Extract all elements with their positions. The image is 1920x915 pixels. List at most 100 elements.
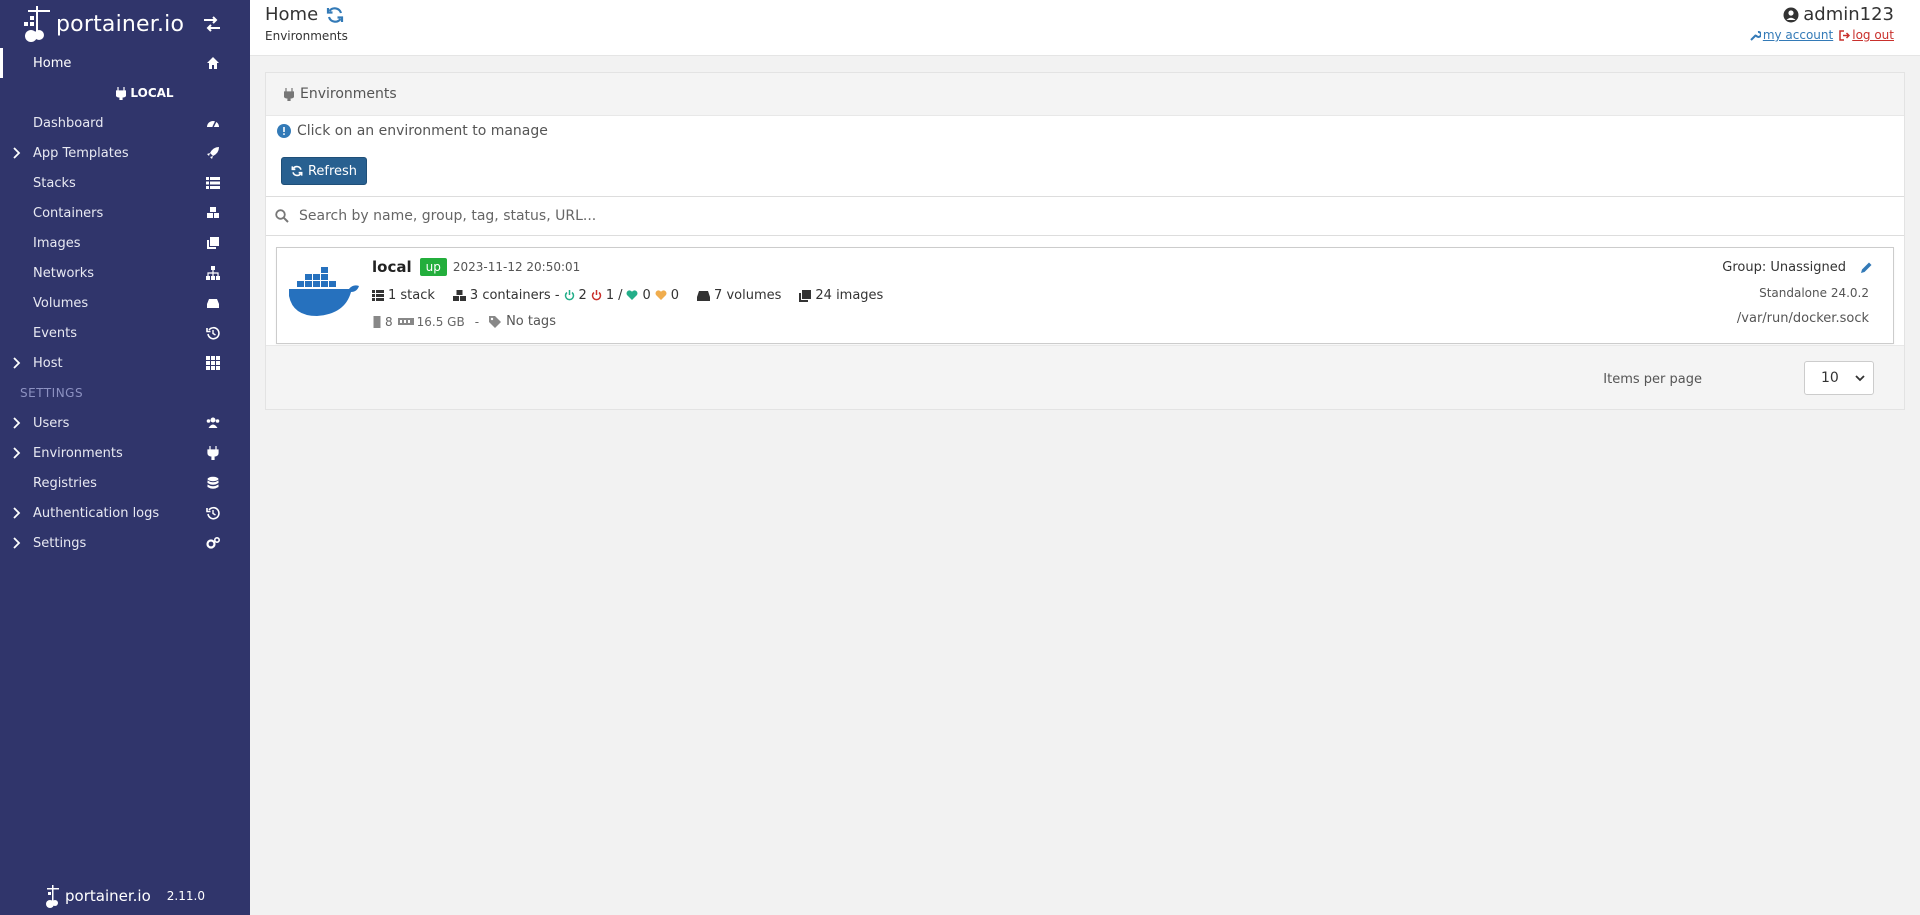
memory-size: 16.5 GB [416,314,465,329]
sidebar-item-environments[interactable]: Environments [0,438,250,468]
users-icon [206,417,220,428]
environment-stats: 1 stack 3 containers - 2 1 / 0 0 7 volum… [372,288,887,303]
sidebar-item-dashboard[interactable]: Dashboard [0,108,250,138]
plug-icon [207,446,219,460]
sign-out-icon [1839,29,1851,41]
hdd-icon [697,290,711,301]
sidebar-item-label: Host [33,355,63,371]
list-icon [372,290,384,301]
sidebar-item-label: Environments [33,445,123,461]
home-icon [207,57,219,69]
sidebar-item-label: Stacks [33,175,76,191]
environment-card-local[interactable]: local up 2023-11-12 20:50:01 1 stack 3 c… [276,247,1894,344]
plug-icon [116,86,127,100]
sidebar-item-networks[interactable]: Networks [0,258,250,288]
sidebar-item-label: Users [33,415,70,431]
sidebar-item-stacks[interactable]: Stacks [0,168,250,198]
volume-count-text: 7 volumes [714,288,782,303]
chevron-right-icon [13,147,21,159]
hdd-icon [207,299,219,308]
stats-separator: / [618,288,623,303]
sidebar-item-volumes[interactable]: Volumes [0,288,250,318]
sidebar-footer: portainer.io 2.11.0 [0,877,250,915]
sidebar-logo[interactable]: portainer.io [0,0,250,48]
sidebar-item-label: Events [33,325,78,341]
cubes-icon [452,290,466,301]
sidebar-item-events[interactable]: Events [0,318,250,348]
sidebar-item-containers[interactable]: Containers [0,198,250,228]
sidebar-item-label: Volumes [33,295,89,311]
pencil-icon[interactable] [1860,261,1873,274]
user-links: my account log out [1750,28,1894,42]
th-icon [206,356,220,370]
environment-url: /var/run/docker.sock [1736,311,1869,326]
sidebar-item-settings[interactable]: Settings [0,528,250,558]
log-out-label: log out [1852,28,1894,42]
sidebar-item-images[interactable]: Images [0,228,250,258]
history-icon [206,506,220,520]
image-count: 24 images [799,288,883,303]
breadcrumb: Environments [265,29,348,43]
my-account-link[interactable]: my account [1750,28,1833,42]
running-count-text: 2 [578,288,587,303]
cubes-icon [207,207,219,218]
memory-icon [397,317,414,325]
top-header: Home Environments admin123 my account lo… [250,0,1920,56]
history-icon [206,326,220,340]
page-title: Home [265,4,344,25]
unhealthy-count-text: 0 [670,288,680,303]
sidebar-item-label: Images [33,235,81,251]
group-label: Group: Unassigned [1722,260,1846,275]
unhealthy-count: 0 [655,288,679,303]
sidebar-item-users[interactable]: Users [0,408,250,438]
healthy-count: 0 [626,288,651,303]
items-per-page-select[interactable]: 10 [1804,361,1874,395]
portainer-logo-icon [24,6,50,42]
sidebar-item-label: App Templates [33,145,129,161]
clone-icon [799,289,812,302]
panel-header: Environments [266,73,1904,116]
info-message: Click on an environment to manage [266,116,1904,146]
environment-name: local [372,258,412,276]
version-label: 2.11.0 [166,889,205,903]
cpu-count: 8 [385,314,393,329]
settings-heading: SETTINGS [20,386,84,400]
environment-details: Group: Unassigned Standalone 24.0.2 /var… [1722,260,1872,326]
refresh-icon[interactable] [326,6,344,24]
sidebar-toggle-icon[interactable] [202,15,222,33]
portainer-logo-icon [46,885,60,908]
wrench-icon [1750,30,1761,41]
sidebar-item-home[interactable]: Home [0,48,250,78]
environment-specs: 8 16.5 GB - No tags [372,314,556,329]
chevron-right-icon [13,507,21,519]
sidebar-item-label: Authentication logs [33,505,160,521]
log-out-link[interactable]: log out [1839,28,1894,42]
sidebar-item-registries[interactable]: Registries [0,468,250,498]
page-title-text: Home [265,4,319,25]
sidebar-item-label: Containers [33,205,104,221]
refresh-button-label: Refresh [307,163,358,179]
sidebar-item-app-templates[interactable]: App Templates [0,138,250,168]
footer-logo-text: portainer.io [65,887,151,905]
tags-text: No tags [506,314,556,329]
search-bar [266,196,1904,236]
sidebar-item-label: Networks [33,265,95,281]
sidebar-item-host[interactable]: Host [0,348,250,378]
sitemap-icon [206,266,220,280]
docker-logo-icon [289,267,359,316]
refresh-button[interactable]: Refresh [281,157,367,185]
status-badge: up [419,258,447,276]
running-count: 2 [564,288,587,303]
tags-icon [489,315,502,328]
specs-separator: - [474,314,480,329]
power-off-icon [591,290,602,301]
engine-version: Standalone 24.0.2 [1759,286,1869,300]
stopped-count: 1 [591,288,614,303]
container-count-text: 3 containers - [469,288,560,303]
sidebar-item-label: Registries [33,475,97,491]
sidebar-item-label: Settings [33,535,87,551]
search-input[interactable] [299,208,1799,224]
environment-timestamp: 2023-11-12 20:50:01 [452,260,581,274]
sidebar-item-authentication-logs[interactable]: Authentication logs [0,498,250,528]
clone-icon [207,237,219,249]
